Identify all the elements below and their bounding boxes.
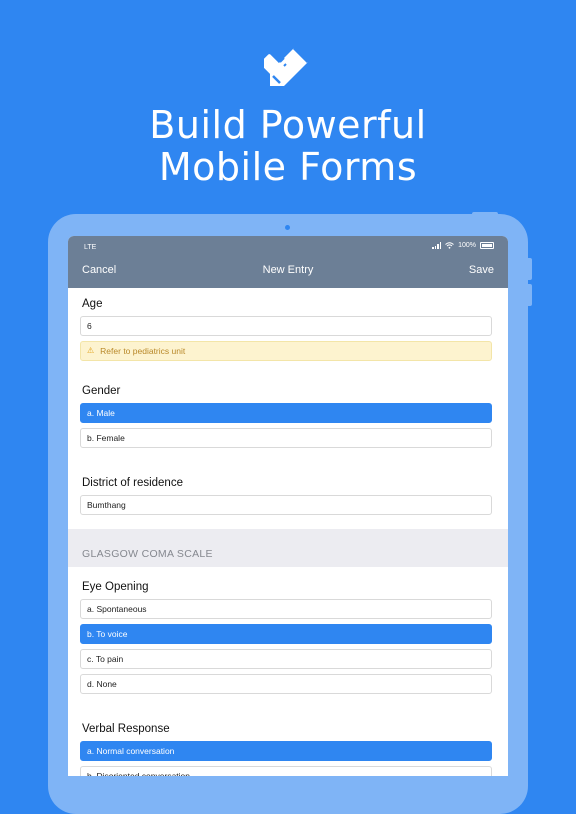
battery-percentage: 100% bbox=[458, 242, 476, 249]
tablet-side-button bbox=[526, 258, 532, 280]
save-button[interactable]: Save bbox=[469, 264, 494, 276]
gender-option-male[interactable]: a. Male bbox=[80, 403, 492, 423]
age-input[interactable]: 6 bbox=[80, 316, 492, 336]
eye-option-none[interactable]: d. None bbox=[80, 674, 492, 694]
gender-option-female[interactable]: b. Female bbox=[80, 428, 492, 448]
status-bar: LTE 100% bbox=[68, 242, 508, 254]
eye-option-spontaneous[interactable]: a. Spontaneous bbox=[80, 599, 492, 619]
navigation-bar: LTE 100% Cancel New Entry Save bbox=[68, 236, 508, 288]
pencil-ruler-icon bbox=[264, 46, 310, 86]
tablet-camera bbox=[285, 225, 290, 230]
eye-option-to-pain[interactable]: c. To pain bbox=[80, 649, 492, 669]
eye-opening-label: Eye Opening bbox=[82, 581, 149, 593]
warning-text: Refer to pediatrics unit bbox=[100, 346, 186, 356]
app-screen: LTE 100% Cancel New Entry Save Age 6 ⚠ R bbox=[68, 236, 508, 776]
headline-line-1: Build Powerful bbox=[149, 103, 427, 147]
wifi-icon bbox=[445, 242, 454, 249]
verbal-response-label: Verbal Response bbox=[82, 723, 170, 735]
battery-icon bbox=[480, 242, 494, 249]
age-warning: ⚠ Refer to pediatrics unit bbox=[80, 341, 492, 361]
district-label: District of residence bbox=[82, 477, 183, 489]
tablet-side-button bbox=[526, 284, 532, 306]
form-body-gcs: Eye Opening a. Spontaneous b. To voice c… bbox=[68, 581, 508, 776]
carrier-label: LTE bbox=[84, 244, 97, 251]
eye-option-to-voice[interactable]: b. To voice bbox=[80, 624, 492, 644]
headline-line-2: Mobile Forms bbox=[158, 145, 418, 189]
verbal-option-normal[interactable]: a. Normal conversation bbox=[80, 741, 492, 761]
tablet-top-button bbox=[472, 212, 498, 218]
district-input[interactable]: Bumthang bbox=[80, 495, 492, 515]
signal-icon bbox=[432, 242, 442, 249]
form-body: Age 6 ⚠ Refer to pediatrics unit Gender … bbox=[68, 298, 508, 515]
section-header-glasgow: GLASGOW COMA SCALE bbox=[68, 529, 508, 567]
age-label: Age bbox=[82, 298, 103, 310]
gender-label: Gender bbox=[82, 385, 121, 397]
warning-icon: ⚠ bbox=[87, 346, 95, 355]
nav-title: New Entry bbox=[262, 264, 314, 276]
status-indicators: 100% bbox=[432, 242, 494, 249]
